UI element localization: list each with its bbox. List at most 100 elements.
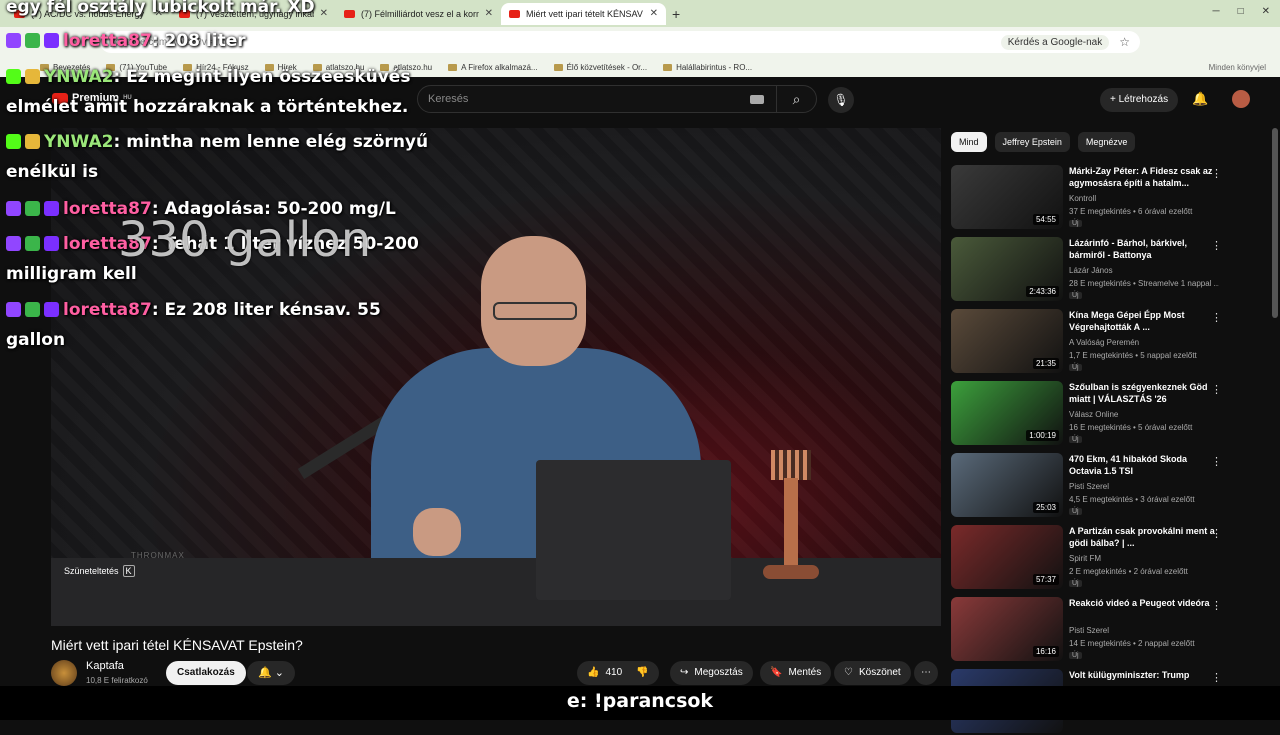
share-label: Megosztás [694,667,743,678]
bell-icon[interactable]: 🔔 [1192,91,1208,107]
thumbs-down-icon[interactable]: 👎 [636,661,648,685]
rec-title[interactable]: Márki-Zay Péter: A Fidesz csak az agymos… [1069,165,1219,189]
video-thumbnail[interactable]: 25:03 [951,453,1063,517]
new-badge: Új [1069,580,1082,587]
bookmark-icon: 🔖 [770,667,783,678]
recommended-video[interactable]: 57:37 A Partizán csak provokálni ment a g… [951,525,1241,591]
close-icon[interactable]: ✕ [650,8,658,19]
bookmark[interactable]: A Firefox alkalmazá... [448,63,538,72]
video-thumbnail[interactable]: 21:35 [951,309,1063,373]
rec-channel[interactable]: Pisti Szerel [1069,626,1109,635]
video-thumbnail[interactable]: 57:37 [951,525,1063,589]
more-icon[interactable]: ⋮ [1211,311,1222,324]
channel-avatar[interactable] [51,660,77,686]
speaker-head [481,236,586,366]
more-icon[interactable]: ⋮ [1211,167,1222,180]
new-badge: Új [1069,652,1082,659]
close-icon[interactable]: ✕ [485,8,493,19]
twitch-icon [6,236,21,251]
save-button[interactable]: 🔖 Mentés [760,661,832,685]
more-icon[interactable]: ⋮ [1211,599,1222,612]
more-icon[interactable]: ⋮ [1211,383,1222,396]
rec-title[interactable]: 470 Ekm, 41 hibakód Skoda Octavia 1.5 TS… [1069,453,1219,477]
more-button[interactable]: ⋯ [914,661,938,685]
video-thumbnail[interactable]: 2:43:36 [951,237,1063,301]
video-thumbnail[interactable]: 1:00:19 [951,381,1063,445]
chat-message: YNWA2: mintha nem lenne elég szörnyű ené… [6,127,436,187]
bookmark-label: Élő közvetítések - Or... [566,62,648,72]
more-icon[interactable]: ⋮ [1211,671,1222,684]
rec-channel[interactable]: Spirit FM [1069,554,1101,563]
all-bookmarks[interactable]: Minden könyvjel [1209,63,1266,72]
chat-message: loretta87: 208 liter [6,26,436,56]
minimize-icon[interactable]: ─ [1212,6,1219,17]
rec-channel[interactable]: Lázár János [1069,266,1113,275]
kick-icon [6,69,21,84]
create-button[interactable]: + Létrehozás [1100,88,1179,112]
folder-icon [553,63,563,71]
subscriber-count: 10,8 E feliratkozó [86,676,148,685]
new-badge: Új [1069,292,1082,299]
lamp-base [763,565,819,579]
ask-google-button[interactable]: Kérdés a Google-nak [1000,34,1110,50]
recommended-video[interactable]: 25:03 470 Ekm, 41 hibakód Skoda Octavia 1… [951,453,1241,519]
rec-title[interactable]: Reakció videó a Peugeot videóra [1069,597,1219,609]
recommended-video[interactable]: 1:00:19 Szőulban is szégyenkeznek Göd mia… [951,381,1241,447]
duration-badge: 54:55 [1032,214,1059,225]
verified-badge-icon [25,201,40,216]
recommended-video[interactable]: 21:35 Kína Mega Gépei Épp Most Végrehajto… [951,309,1241,375]
scrollbar[interactable] [1272,128,1278,318]
rec-channel[interactable]: Válasz Online [1069,410,1118,419]
recommendation-filters: Mind Jeffrey Epstein Megnézve [951,132,1136,152]
like-button[interactable]: 👍 410 👎 [577,661,659,685]
search-button[interactable]: ⌕ [776,86,816,112]
more-icon[interactable]: ⋮ [1211,455,1222,468]
keyboard-icon[interactable] [750,94,764,104]
lamp-pole [784,478,798,568]
rec-title[interactable]: Kína Mega Gépei Épp Most Végrehajtották … [1069,309,1219,333]
twitch-icon [6,33,21,48]
filter-chip[interactable]: Megnézve [1077,132,1136,152]
bookmark[interactable]: Halállabirintus - RO... [663,63,752,72]
maximize-icon[interactable]: □ [1238,6,1244,17]
bookmark[interactable]: Élő közvetítések - Or... [553,62,648,72]
join-button[interactable]: Csatlakozás [166,661,246,685]
share-icon: ↪ [680,667,689,678]
rec-channel[interactable]: A Valóság Peremén [1069,338,1139,347]
like-count: 410 [605,667,623,678]
recommended-video[interactable]: 2:43:36 Lázárinfó - Bárhol, bárkivel, bár… [951,237,1241,303]
filter-chip[interactable]: Jeffrey Epstein [994,132,1070,152]
recommended-video[interactable]: 54:55 Márki-Zay Péter: A Fidesz csak az a… [951,165,1241,231]
rec-channel[interactable]: Pisti Szerel [1069,482,1109,491]
search-box[interactable]: Keresés ⌕ [417,85,817,113]
tab-4-active[interactable]: Miért vett ipari tételt KÉNSAV ✕ [501,2,666,25]
channel-name[interactable]: Kaptafa [86,660,124,672]
duration-badge: 57:37 [1032,574,1059,585]
mic-icon[interactable]: 🎙 [828,87,854,113]
rec-channel[interactable]: Kontroll [1069,194,1096,203]
more-icon[interactable]: ⋮ [1211,239,1222,252]
video-thumbnail[interactable]: 54:55 [951,165,1063,229]
rec-title[interactable]: Volt külügyminiszter: Trump [1069,669,1219,681]
thanks-button[interactable]: ♡ Köszönet [834,661,911,685]
rec-meta: 14 E megtekintés • 2 nappal ezelőtt [1069,639,1195,648]
avatar[interactable] [1232,90,1250,108]
rec-title[interactable]: A Partizán csak provokálni ment a gödi b… [1069,525,1219,549]
new-badge: Új [1069,508,1082,515]
notification-button[interactable]: 🔔 ⌄ [247,661,295,685]
share-button[interactable]: ↪ Megosztás [670,661,753,685]
video-thumbnail[interactable]: 16:16 [951,597,1063,661]
rec-title[interactable]: Szőulban is szégyenkeznek Göd miatt | VÁ… [1069,381,1219,405]
more-icon[interactable]: ⋮ [1211,527,1222,540]
twitch-icon [6,201,21,216]
chat-message: egy fél osztály lubickolt már. XD [6,0,436,22]
star-icon[interactable]: ☆ [1119,35,1130,49]
star-badge-icon [44,302,59,317]
recommended-video[interactable]: 16:16 Reakció videó a Peugeot videóra Pist… [951,597,1241,663]
pause-key: K [122,565,135,577]
close-window-icon[interactable]: ✕ [1262,6,1270,17]
filter-chip[interactable]: Mind [951,132,987,152]
rec-title[interactable]: Lázárinfó - Bárhol, bárkivel, bármiről -… [1069,237,1219,261]
folder-icon [663,63,673,71]
new-tab-button[interactable]: + [672,6,680,22]
